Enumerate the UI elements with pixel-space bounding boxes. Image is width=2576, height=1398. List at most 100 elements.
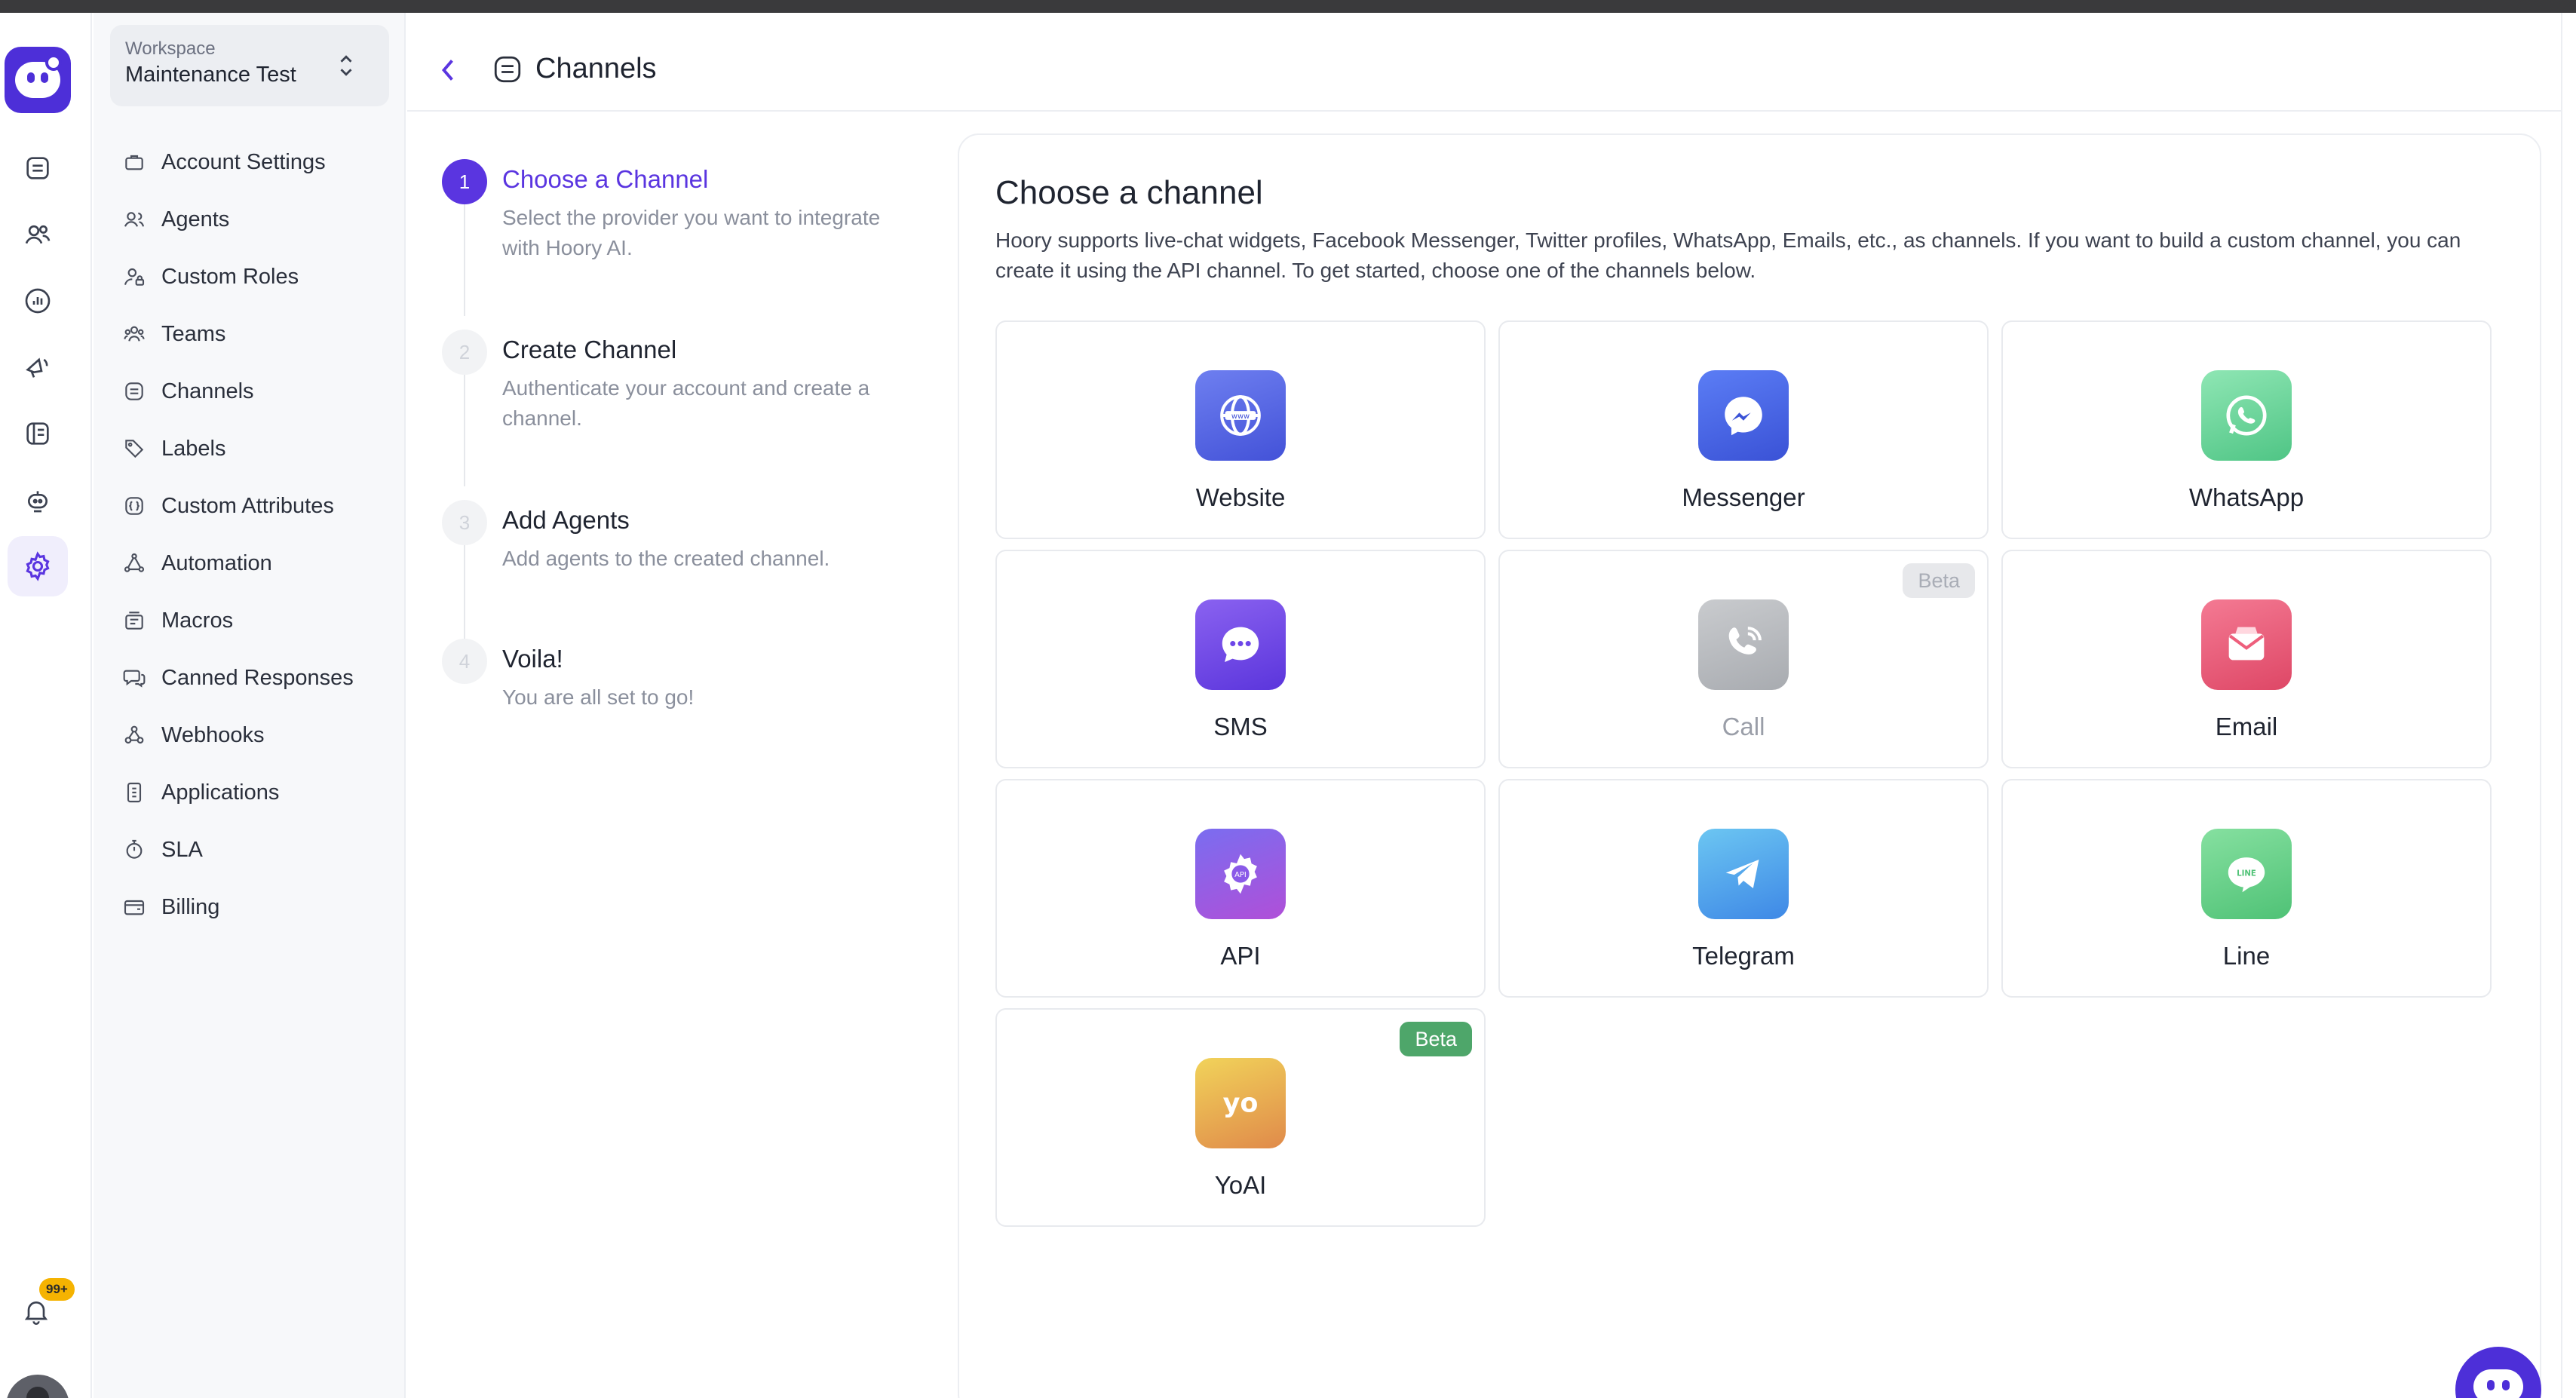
- nav-label: Agents: [161, 207, 230, 231]
- settings-icon[interactable]: [8, 536, 68, 596]
- svg-text:www: www: [1231, 412, 1250, 421]
- panel-title: Choose a channel: [995, 174, 1263, 211]
- beta-badge: Beta: [1903, 563, 1975, 598]
- choose-channel-panel: Choose a channel Hoory supports live-cha…: [958, 133, 2541, 1398]
- channel-card-email[interactable]: Email: [2001, 550, 2492, 768]
- channel-card-line[interactable]: LINE Line: [2001, 779, 2492, 998]
- svg-text:API: API: [1234, 871, 1247, 879]
- channel-card-website[interactable]: www Website: [995, 320, 1486, 539]
- nav-agents[interactable]: Agents: [121, 191, 392, 248]
- nav-label: Billing: [161, 894, 220, 919]
- channel-card-whatsapp[interactable]: WhatsApp: [2001, 320, 2492, 539]
- whatsapp-icon: [2201, 370, 2292, 461]
- hoory-logo-icon[interactable]: [5, 47, 71, 113]
- channel-name: Telegram: [1692, 942, 1795, 970]
- nav-channels[interactable]: Channels: [121, 363, 392, 420]
- nav-account-settings[interactable]: Account Settings: [121, 133, 392, 191]
- nav-macros[interactable]: Macros: [121, 592, 392, 649]
- svg-text:LINE: LINE: [2237, 869, 2256, 878]
- nav-label: Channels: [161, 379, 254, 403]
- step-description: You are all set to go!: [502, 685, 695, 709]
- nav-canned-responses[interactable]: Canned Responses: [121, 649, 392, 707]
- nav-teams[interactable]: Teams: [121, 305, 392, 363]
- phone-call-icon: [1698, 599, 1789, 690]
- channel-card-api[interactable]: API API: [995, 779, 1486, 998]
- campaigns-icon[interactable]: [20, 349, 56, 385]
- step-title: Create Channel: [502, 336, 677, 363]
- user-avatar[interactable]: [6, 1375, 69, 1398]
- globe-www-icon: www: [1195, 370, 1286, 461]
- conversations-icon[interactable]: [20, 150, 56, 186]
- nav-label: Account Settings: [161, 149, 326, 174]
- step-connector: [464, 366, 465, 486]
- top-bar: [0, 0, 2576, 13]
- wallet-icon: [121, 894, 148, 921]
- macro-icon: [121, 607, 148, 634]
- inbox-icon: [121, 378, 148, 405]
- nav-label: Labels: [161, 436, 226, 461]
- workspace-label: Workspace: [125, 38, 216, 59]
- step-description: Add agents to the created channel.: [502, 547, 830, 570]
- user-lock-icon: [121, 263, 148, 290]
- channel-name: Messenger: [1682, 483, 1805, 511]
- nav-label: Custom Roles: [161, 264, 299, 289]
- nav-custom-attributes[interactable]: Custom Attributes: [121, 477, 392, 535]
- channel-name: Email: [2215, 713, 2278, 740]
- nav-label: Teams: [161, 321, 226, 346]
- knowledge-base-icon[interactable]: [20, 415, 56, 452]
- channel-name: Call: [1722, 713, 1765, 740]
- nav-webhooks[interactable]: Webhooks: [121, 707, 392, 764]
- svg-text:yo: yo: [1223, 1089, 1259, 1119]
- nav-automation[interactable]: Automation: [121, 535, 392, 592]
- api-gear-icon: API: [1195, 829, 1286, 919]
- nav-sla[interactable]: SLA: [121, 821, 392, 878]
- contacts-icon[interactable]: [20, 216, 56, 253]
- channel-card-messenger[interactable]: Messenger: [1498, 320, 1989, 539]
- tag-icon: [121, 435, 148, 462]
- yoai-icon: yo: [1195, 1058, 1286, 1148]
- step-connector: [464, 195, 465, 316]
- step-title: Add Agents: [502, 506, 630, 534]
- settings-nav: Account Settings Agents Custom Roles Tea…: [121, 133, 392, 936]
- step-number: 4: [442, 639, 487, 684]
- channel-card-telegram[interactable]: Telegram: [1498, 779, 1989, 998]
- page-header: Channels: [407, 13, 2562, 112]
- workspace-name: Maintenance Test: [125, 63, 296, 87]
- nav-label: Automation: [161, 550, 272, 575]
- step-number: 1: [442, 159, 487, 204]
- page-title: Channels: [535, 53, 657, 84]
- nav-applications[interactable]: Applications: [121, 764, 392, 821]
- channel-card-yoai[interactable]: Beta yo YoAI: [995, 1008, 1486, 1227]
- chevron-left-icon: [441, 60, 453, 81]
- step-title: Voila!: [502, 645, 563, 673]
- channel-card-call[interactable]: Beta Call: [1498, 550, 1989, 768]
- icon-rail: 99+: [0, 13, 92, 1398]
- webhook-icon: [121, 722, 148, 749]
- briefcase-icon: [121, 149, 148, 176]
- envelope-icon: [2201, 599, 2292, 690]
- channel-name: API: [1220, 942, 1261, 970]
- apps-icon: [121, 779, 148, 806]
- channel-name: SMS: [1213, 713, 1268, 740]
- beta-badge: Beta: [1400, 1022, 1472, 1056]
- nav-labels[interactable]: Labels: [121, 420, 392, 477]
- notification-count-badge: 99+: [39, 1278, 75, 1301]
- users-icon: [121, 206, 148, 233]
- nav-label: Custom Attributes: [161, 493, 334, 518]
- channel-card-sms[interactable]: SMS: [995, 550, 1486, 768]
- step-number: 2: [442, 330, 487, 375]
- channel-name: Website: [1195, 483, 1286, 511]
- nav-label: SLA: [161, 837, 203, 862]
- nav-billing[interactable]: Billing: [121, 878, 392, 936]
- nav-custom-roles[interactable]: Custom Roles: [121, 248, 392, 305]
- telegram-icon: [1698, 829, 1789, 919]
- back-button[interactable]: [434, 55, 462, 85]
- nav-label: Canned Responses: [161, 665, 354, 690]
- workspace-switcher[interactable]: Workspace Maintenance Test: [110, 25, 389, 106]
- nav-label: Applications: [161, 780, 280, 805]
- bot-icon[interactable]: [20, 482, 56, 518]
- channel-name: WhatsApp: [2188, 483, 2305, 511]
- step-description: Select the provider you want to integrat…: [502, 206, 881, 259]
- reports-icon[interactable]: [20, 283, 56, 319]
- chat-bubbles-icon: [121, 664, 148, 691]
